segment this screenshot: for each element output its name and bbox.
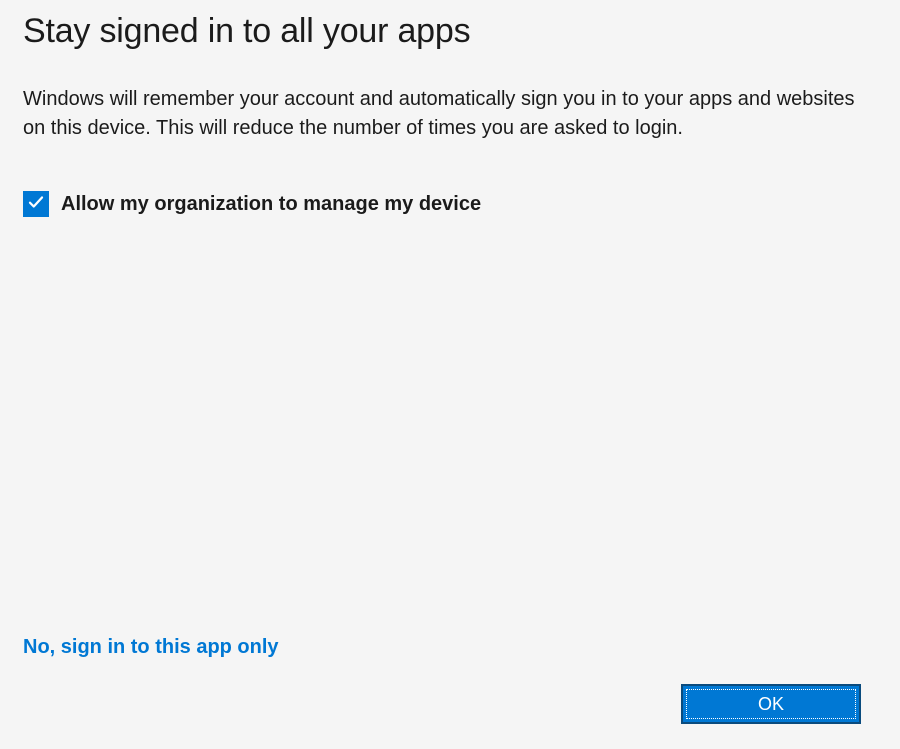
allow-manage-device-row[interactable]: Allow my organization to manage my devic…	[23, 191, 877, 217]
checkmark-icon	[27, 193, 45, 216]
page-title: Stay signed in to all your apps	[23, 12, 877, 51]
description-text: Windows will remember your account and a…	[23, 85, 868, 143]
ok-button[interactable]: OK	[683, 686, 859, 722]
allow-manage-device-label[interactable]: Allow my organization to manage my devic…	[61, 193, 481, 216]
allow-manage-device-checkbox[interactable]	[23, 191, 49, 217]
sign-in-app-only-link[interactable]: No, sign in to this app only	[23, 636, 279, 659]
